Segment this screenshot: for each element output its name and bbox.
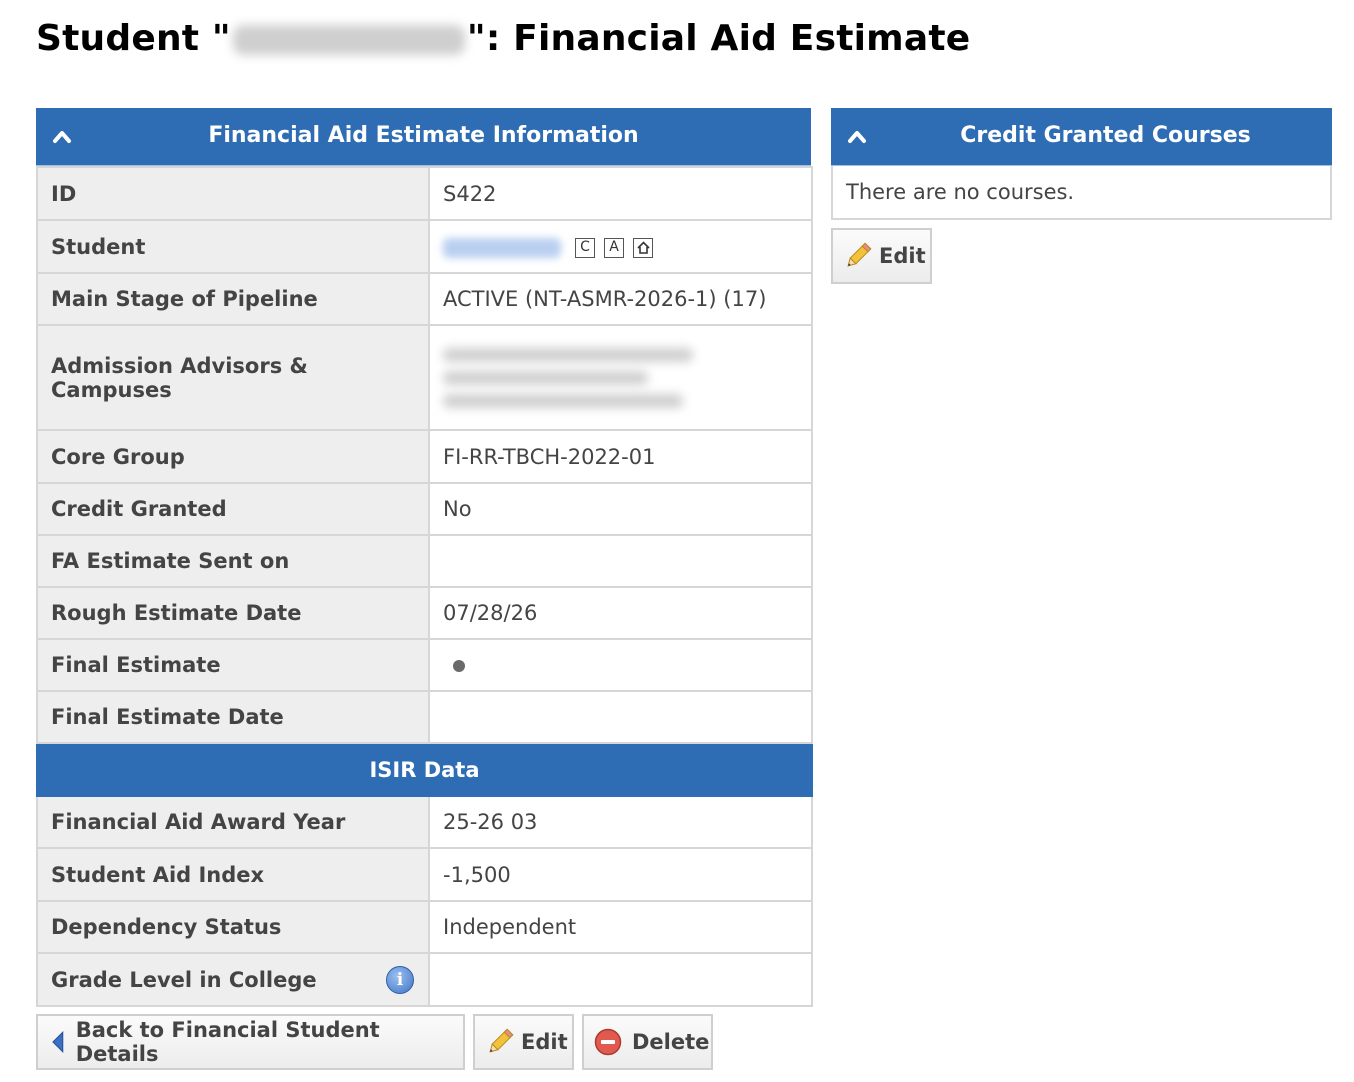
student-value: CA — [428, 219, 813, 274]
page-title: Student " ": Financial Aid Estimate — [36, 18, 970, 59]
contact-c-icon[interactable]: C — [575, 237, 595, 258]
final-date-value — [428, 690, 813, 744]
table-row: Credit Granted No — [36, 482, 813, 536]
table-row: Financial Aid Award Year 25-26 03 — [36, 795, 813, 849]
page-title-suffix: ": Financial Aid Estimate — [466, 18, 971, 59]
table-row: Dependency Status Independent — [36, 900, 813, 954]
table-row: Student CA — [36, 219, 813, 274]
table-row: Final Estimate — [36, 638, 813, 692]
estimate-info-table: ID S422 Student CA Main Stage of Pipelin… — [36, 166, 813, 1007]
delete-icon — [594, 1028, 622, 1056]
chevron-up-icon[interactable] — [847, 128, 867, 144]
estimate-panel-header[interactable]: Financial Aid Estimate Information — [36, 108, 811, 166]
credit-granted-courses-panel: Credit Granted Courses There are no cour… — [831, 108, 1332, 220]
aid-index-label: Student Aid Index — [36, 847, 430, 902]
credit-granted-value: No — [428, 482, 813, 536]
redacted-advisor — [443, 370, 648, 385]
main-stage-label: Main Stage of Pipeline — [36, 272, 430, 326]
isir-section-title: ISIR Data — [36, 742, 813, 797]
table-row: FA Estimate Sent on — [36, 534, 813, 588]
student-label: Student — [36, 219, 430, 274]
page-title-prefix: Student " — [36, 18, 231, 59]
final-date-label: Final Estimate Date — [36, 690, 430, 744]
main-stage-value: ACTIVE (NT-ASMR-2026-1) (17) — [428, 272, 813, 326]
grade-level-value — [428, 952, 813, 1007]
student-name-link[interactable] — [443, 237, 561, 258]
dependency-value: Independent — [428, 900, 813, 954]
award-year-link[interactable]: 25-26 03 — [428, 795, 813, 849]
back-button-label: Back to Financial Student Details — [75, 1018, 380, 1066]
pencil-icon — [847, 242, 872, 267]
core-group-label: Core Group — [36, 429, 430, 484]
dependency-label: Dependency Status — [36, 900, 430, 954]
grade-level-label: Grade Level in College — [51, 967, 317, 992]
table-row: Rough Estimate Date 07/28/26 — [36, 586, 813, 640]
estimate-panel-title: Financial Aid Estimate Information — [208, 123, 639, 148]
table-row: Core Group FI-RR-TBCH-2022-01 — [36, 429, 813, 484]
arrow-left-icon — [52, 1030, 64, 1054]
redacted-advisor — [443, 347, 693, 362]
rough-date-label: Rough Estimate Date — [36, 586, 430, 640]
table-row: Student Aid Index -1,500 — [36, 847, 813, 902]
credit-granted-label: Credit Granted — [36, 482, 430, 536]
info-icon[interactable]: i — [386, 966, 414, 994]
credit-panel-header[interactable]: Credit Granted Courses — [831, 108, 1332, 166]
home-icon[interactable] — [633, 237, 653, 258]
credit-panel-title: Credit Granted Courses — [960, 123, 1251, 148]
advisors-label: Admission Advisors & Campuses — [36, 324, 430, 431]
fa-sent-label: FA Estimate Sent on — [36, 534, 430, 588]
bullet-icon — [453, 660, 465, 672]
rough-date-value: 07/28/26 — [428, 586, 813, 640]
aid-index-value: -1,500 — [428, 847, 813, 902]
credit-edit-button-label: Edit — [879, 244, 926, 268]
pencil-icon — [489, 1028, 514, 1053]
no-courses-message: There are no courses. — [831, 166, 1332, 220]
delete-button[interactable]: Delete — [582, 1014, 713, 1070]
id-label: ID — [36, 166, 430, 221]
redacted-student-name — [232, 25, 465, 55]
final-estimate-label: Final Estimate — [36, 638, 430, 692]
credit-edit-button[interactable]: Edit — [831, 228, 932, 284]
table-row: Admission Advisors & Campuses — [36, 324, 813, 431]
id-value: S422 — [428, 166, 813, 221]
fa-sent-value — [428, 534, 813, 588]
grade-level-cell: Grade Level in College i — [36, 952, 430, 1007]
back-to-financial-details-button[interactable]: Back to Financial Student Details — [36, 1014, 465, 1070]
isir-section-header-row: ISIR Data — [36, 742, 813, 797]
final-estimate-value — [428, 638, 813, 692]
core-group-link[interactable]: FI-RR-TBCH-2022-01 — [428, 429, 813, 484]
redacted-advisor — [443, 393, 683, 408]
table-row: Main Stage of Pipeline ACTIVE (NT-ASMR-2… — [36, 272, 813, 326]
financial-aid-estimate-panel: Financial Aid Estimate Information ID S4… — [36, 108, 813, 1007]
advisors-value — [428, 324, 813, 431]
edit-button-label: Edit — [521, 1030, 568, 1054]
award-year-label: Financial Aid Award Year — [36, 795, 430, 849]
delete-button-label: Delete — [632, 1030, 710, 1054]
admission-a-icon[interactable]: A — [604, 237, 624, 258]
table-row: Final Estimate Date — [36, 690, 813, 744]
edit-button[interactable]: Edit — [473, 1014, 574, 1070]
table-row: ID S422 — [36, 166, 813, 221]
table-row: Grade Level in College i — [36, 952, 813, 1007]
